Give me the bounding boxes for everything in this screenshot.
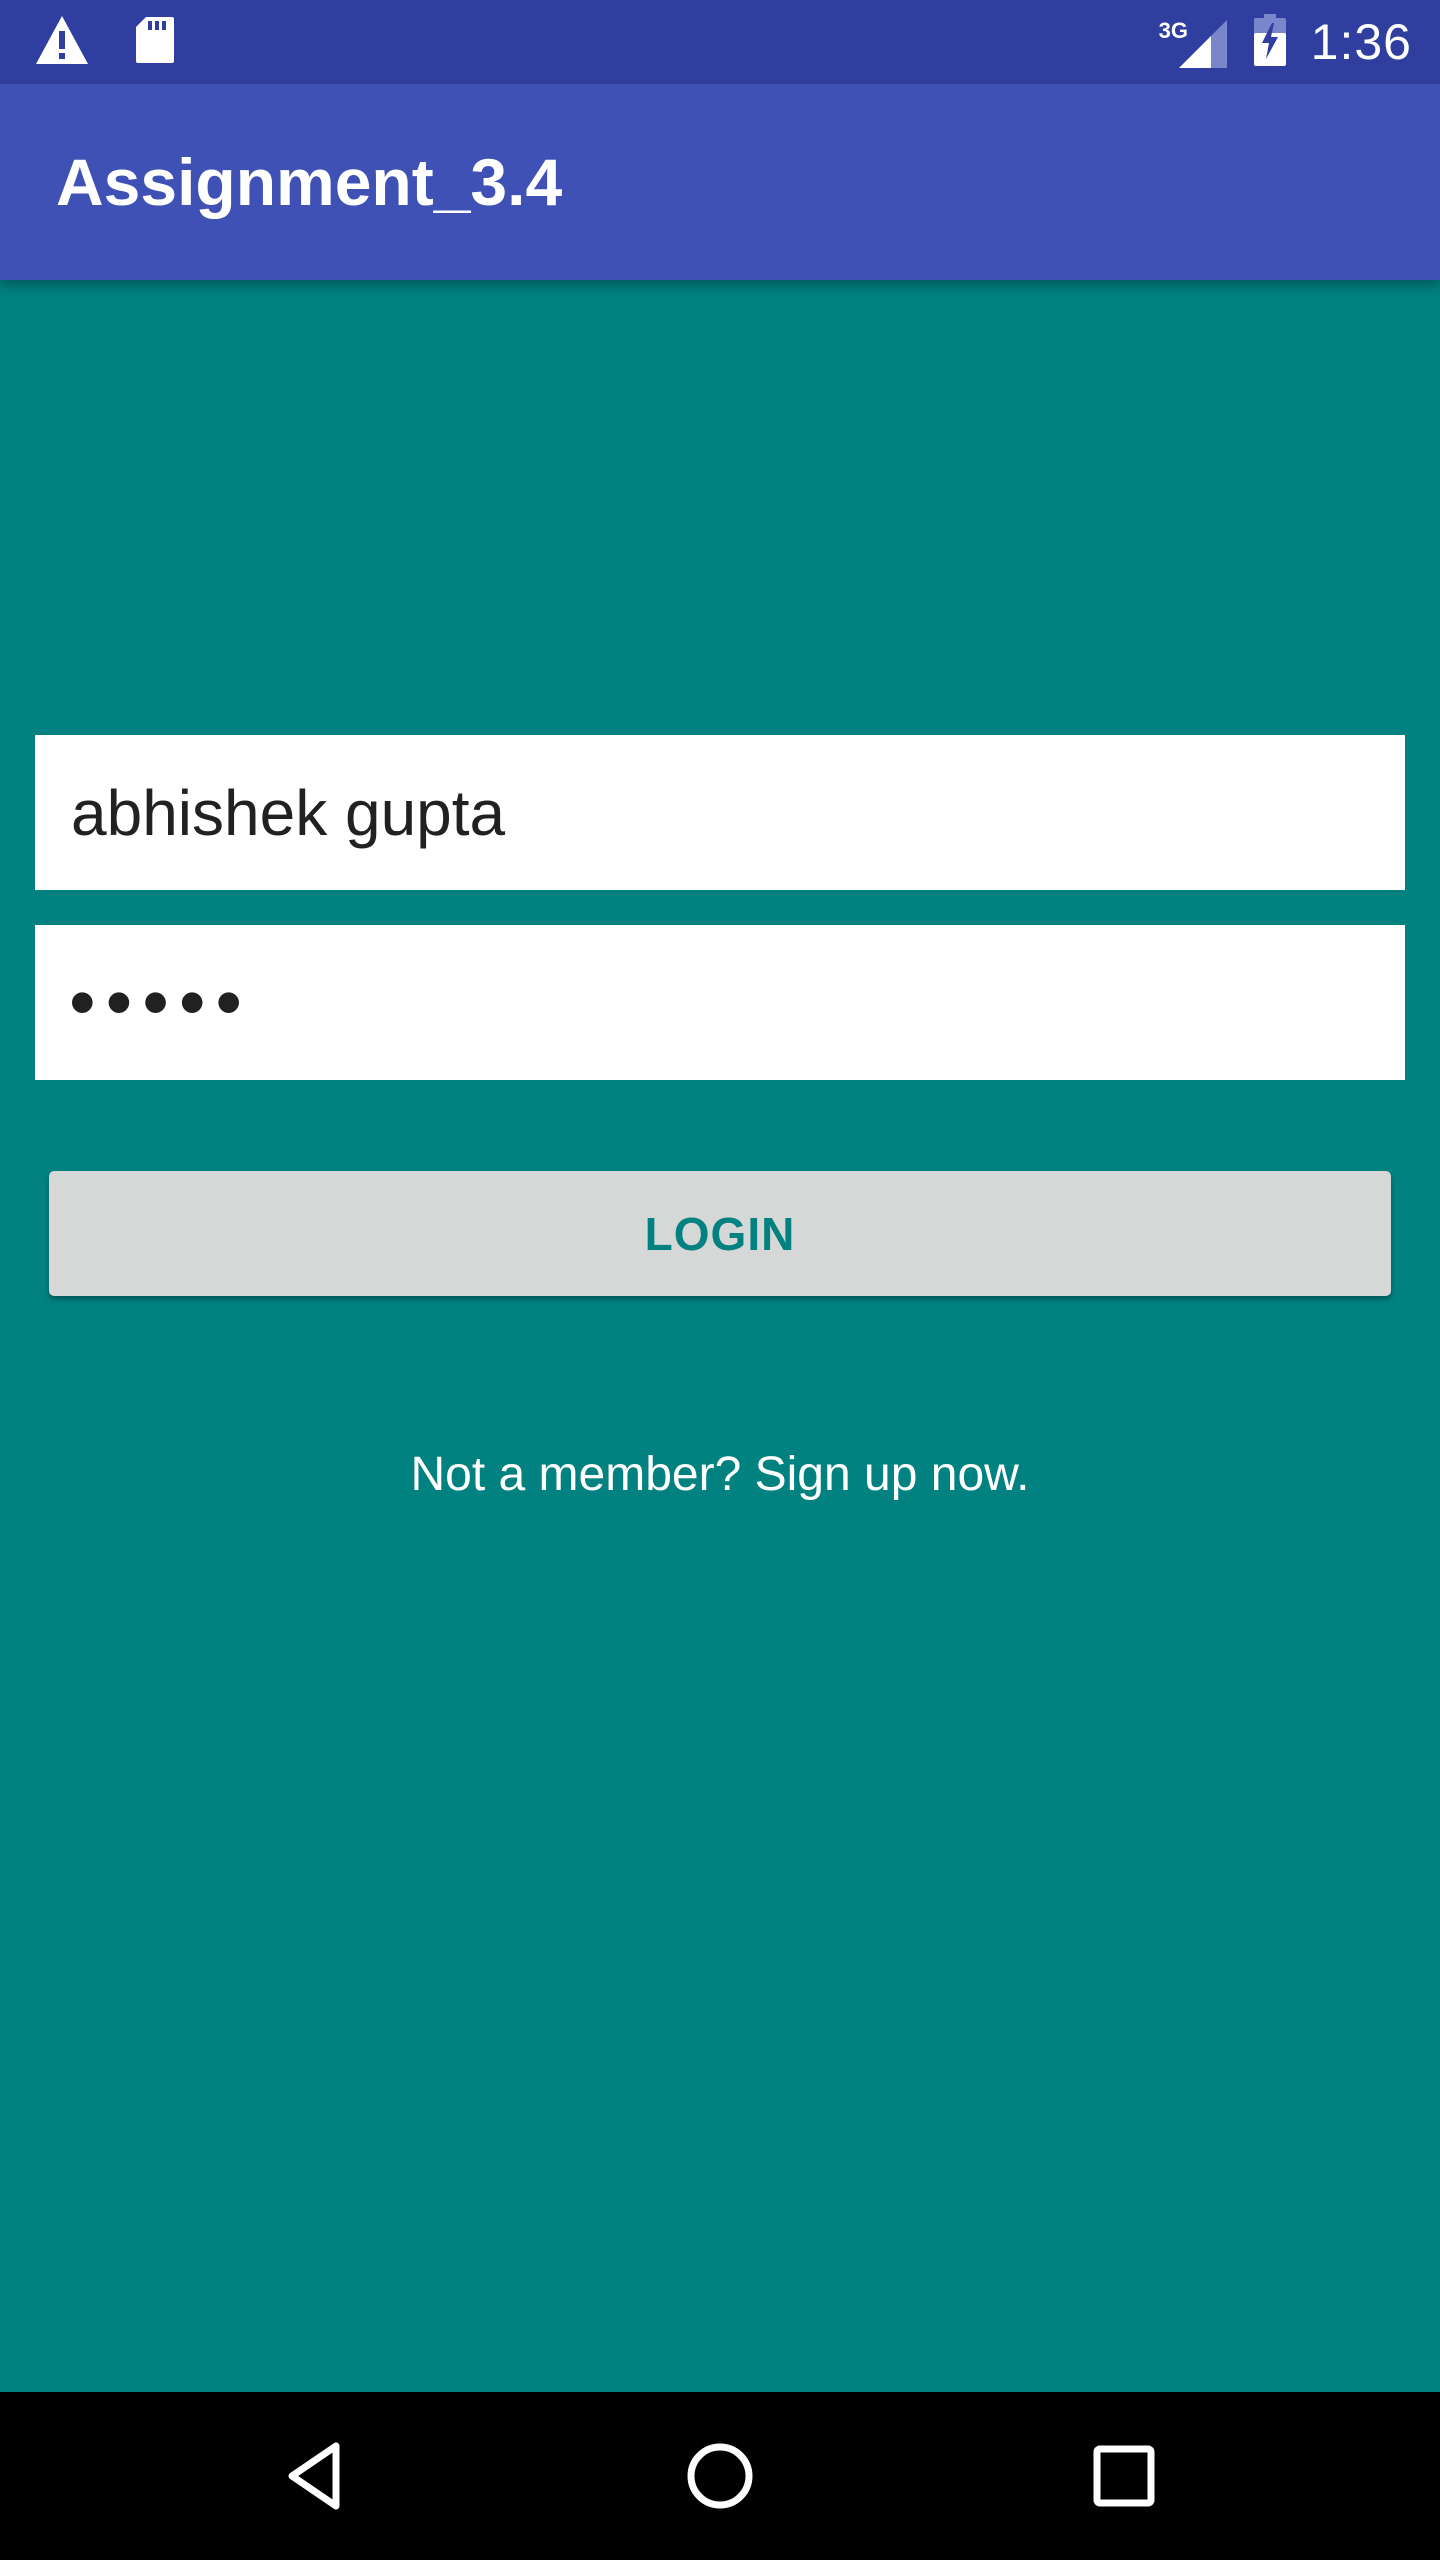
recents-button[interactable] bbox=[1084, 2436, 1164, 2516]
app-bar: Assignment_3.4 bbox=[0, 84, 1440, 280]
login-button[interactable]: LOGIN bbox=[49, 1171, 1391, 1296]
back-button[interactable] bbox=[276, 2436, 356, 2516]
password-field[interactable]: ••••• bbox=[35, 925, 1405, 1080]
recents-icon bbox=[1093, 2445, 1155, 2507]
home-button[interactable] bbox=[680, 2436, 760, 2516]
warning-icon bbox=[34, 14, 90, 71]
password-masked-value: ••••• bbox=[69, 960, 253, 1045]
battery-charging-icon bbox=[1253, 13, 1287, 72]
signup-link[interactable]: Not a member? Sign up now. bbox=[0, 1440, 1440, 1510]
navigation-bar bbox=[0, 2392, 1440, 2560]
status-system: 3G 1:36 bbox=[1159, 10, 1412, 74]
username-value: abhishek gupta bbox=[71, 776, 506, 849]
status-time: 1:36 bbox=[1310, 14, 1412, 70]
login-screen: 3G 1:36 Assignment_3.4 abhishek gupta ••… bbox=[0, 0, 1440, 2560]
sd-card-icon bbox=[134, 15, 176, 70]
username-field[interactable]: abhishek gupta bbox=[35, 735, 1405, 890]
status-notifications bbox=[34, 14, 176, 71]
status-bar: 3G 1:36 bbox=[0, 0, 1440, 84]
app-title: Assignment_3.4 bbox=[56, 145, 563, 219]
home-icon bbox=[687, 2443, 753, 2509]
back-icon bbox=[288, 2442, 340, 2510]
signal-3g-icon: 3G bbox=[1159, 14, 1229, 70]
